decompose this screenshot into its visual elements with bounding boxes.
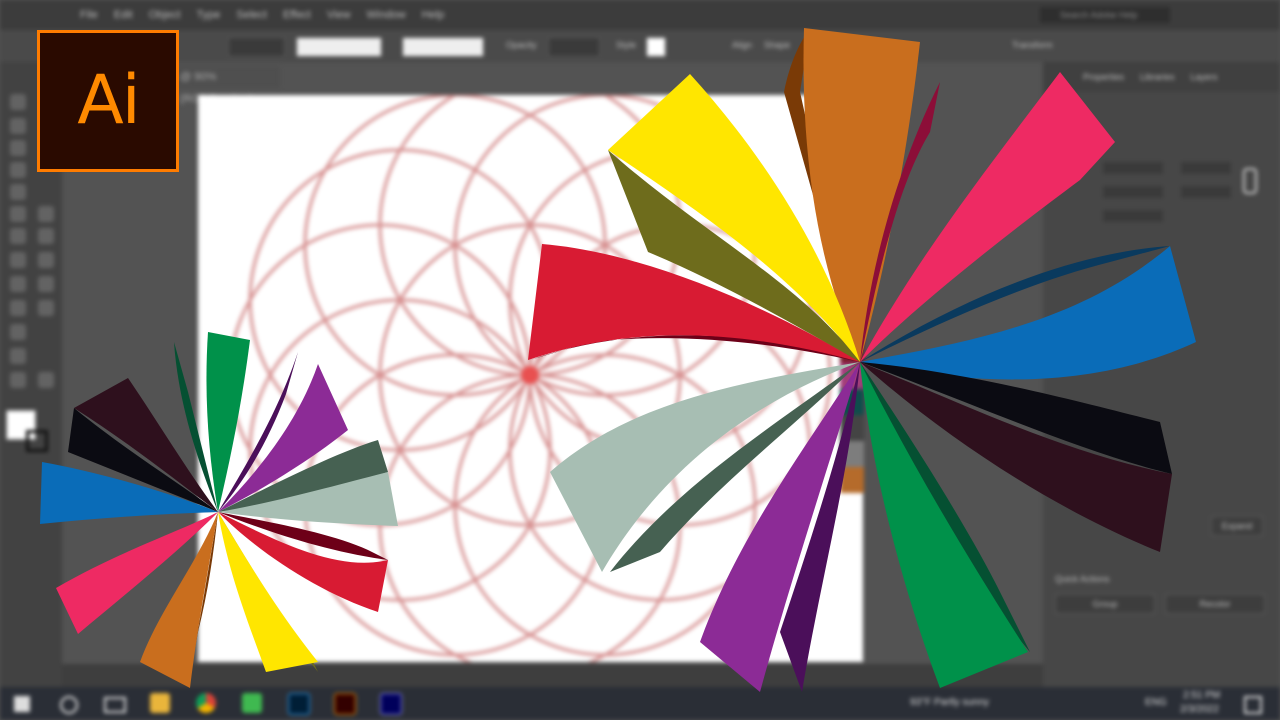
small-ribbon-flower bbox=[40, 332, 398, 688]
ribbon-flowers bbox=[40, 28, 1196, 692]
large-ribbon-flower bbox=[528, 28, 1196, 692]
